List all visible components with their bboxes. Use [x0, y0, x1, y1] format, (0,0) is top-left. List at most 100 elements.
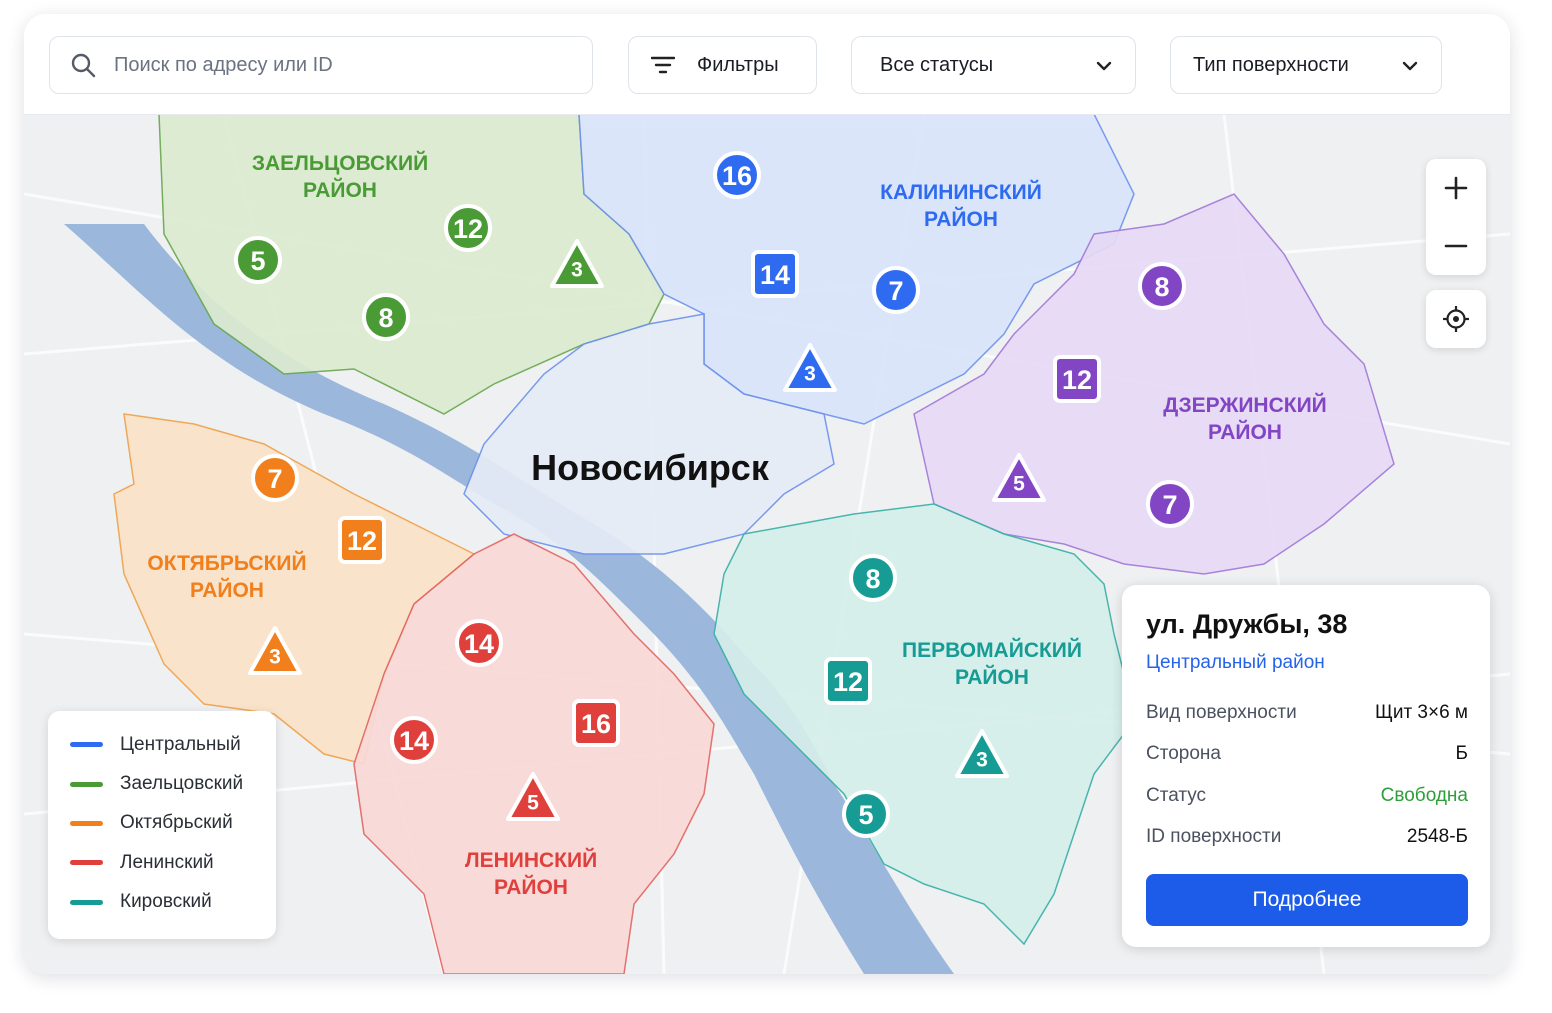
surface-type-dropdown[interactable]: Тип поверхности	[1170, 36, 1442, 94]
svg-text:12: 12	[347, 526, 377, 556]
marker-square[interactable]: 12	[1053, 355, 1101, 403]
svg-text:ЛЕНИНСКИЙ: ЛЕНИНСКИЙ	[465, 848, 597, 872]
zoom-out-button[interactable]	[1426, 217, 1486, 275]
legend-swatch	[70, 899, 103, 905]
status-dropdown[interactable]: Все статусы	[851, 36, 1136, 94]
surface-details: Вид поверхности Щит 3×6 м Сторона Б Статус…	[1146, 692, 1468, 858]
minus-icon	[1444, 244, 1468, 248]
locate-button[interactable]	[1426, 290, 1486, 348]
svg-text:7: 7	[1162, 490, 1177, 520]
svg-text:ОКТЯБРЬСКИЙ: ОКТЯБРЬСКИЙ	[147, 551, 306, 575]
marker-cluster[interactable]: 7	[1146, 480, 1194, 528]
legend-swatch	[70, 820, 103, 826]
marker-square[interactable]: 16	[572, 699, 620, 747]
map-card: Фильтры Все статусы Тип поверхности	[24, 14, 1510, 974]
svg-text:8: 8	[378, 303, 393, 333]
svg-text:12: 12	[1062, 365, 1092, 395]
svg-text:12: 12	[833, 667, 863, 697]
svg-text:14: 14	[760, 260, 790, 290]
detail-key: ID поверхности	[1146, 826, 1282, 848]
svg-text:РАЙОН: РАЙОН	[303, 178, 377, 202]
status-dropdown-value: Все статусы	[880, 53, 994, 76]
surface-type-dropdown-value: Тип поверхности	[1193, 53, 1349, 76]
surface-address: ул. Дружбы, 38	[1146, 609, 1348, 639]
detail-key: Сторона	[1146, 743, 1221, 765]
svg-text:14: 14	[464, 629, 494, 659]
svg-text:7: 7	[888, 276, 903, 306]
marker-square[interactable]: 12	[338, 516, 386, 564]
marker-cluster[interactable]: 16	[713, 151, 761, 199]
svg-text:16: 16	[581, 709, 611, 739]
legend-item: Заельцовский	[48, 764, 276, 803]
svg-text:3: 3	[269, 646, 281, 669]
svg-text:14: 14	[399, 726, 429, 756]
svg-text:5: 5	[1013, 473, 1025, 496]
detail-row: Статус Свободна	[1146, 775, 1468, 817]
marker-cluster[interactable]: 8	[362, 293, 410, 341]
svg-text:16: 16	[722, 161, 752, 191]
filters-label: Фильтры	[697, 53, 779, 76]
svg-text:8: 8	[865, 564, 880, 594]
status-value: Свободна	[1380, 784, 1468, 806]
marker-cluster[interactable]: 14	[390, 716, 438, 764]
marker-cluster[interactable]: 7	[872, 266, 920, 314]
city-label: Новосибирск	[531, 447, 770, 488]
plus-icon	[1444, 176, 1468, 200]
marker-cluster[interactable]: 12	[444, 204, 492, 252]
detail-value: Щит 3×6 м	[1375, 701, 1468, 723]
marker-cluster[interactable]: 5	[842, 790, 890, 838]
filters-button[interactable]: Фильтры	[628, 36, 817, 94]
search-icon	[71, 53, 96, 78]
svg-text:РАЙОН: РАЙОН	[924, 207, 998, 231]
svg-text:РАЙОН: РАЙОН	[955, 665, 1029, 689]
svg-text:8: 8	[1154, 272, 1169, 302]
svg-text:5: 5	[250, 246, 265, 276]
svg-text:ЗАЕЛЬЦОВСКИЙ: ЗАЕЛЬЦОВСКИЙ	[252, 151, 428, 175]
filter-icon	[651, 56, 675, 74]
chevron-down-icon	[1096, 61, 1112, 71]
surface-district-link[interactable]: Центральный район	[1146, 652, 1468, 674]
zoom-in-button[interactable]	[1426, 159, 1486, 217]
marker-square[interactable]: 14	[751, 250, 799, 298]
svg-text:РАЙОН: РАЙОН	[1208, 420, 1282, 444]
detail-row: ID поверхности 2548-Б	[1146, 817, 1468, 859]
detail-value: Б	[1455, 743, 1468, 765]
svg-text:12: 12	[453, 214, 483, 244]
map-legend: Центральный Заельцовский Октябрьский Лен…	[48, 711, 276, 939]
svg-text:КАЛИНИНСКИЙ: КАЛИНИНСКИЙ	[880, 180, 1042, 204]
svg-text:ПЕРВОМАЙСКИЙ: ПЕРВОМАЙСКИЙ	[902, 638, 1082, 662]
marker-cluster[interactable]: 14	[455, 619, 503, 667]
marker-cluster[interactable]: 5	[234, 236, 282, 284]
marker-cluster[interactable]: 7	[251, 454, 299, 502]
search-input[interactable]	[112, 52, 556, 78]
crosshair-icon	[1443, 306, 1469, 332]
legend-swatch	[70, 781, 103, 787]
svg-text:7: 7	[267, 464, 282, 494]
surface-info-card: ул. Дружбы, 38 Центральный район Вид пов…	[1122, 585, 1490, 947]
legend-label: Заельцовский	[120, 773, 244, 795]
legend-swatch	[70, 742, 103, 748]
marker-cluster[interactable]: 8	[1138, 262, 1186, 310]
svg-text:ДЗЕРЖИНСКИЙ: ДЗЕРЖИНСКИЙ	[1163, 393, 1327, 417]
legend-label: Ленинский	[120, 851, 214, 873]
detail-key: Статус	[1146, 784, 1207, 806]
detail-value: 2548-Б	[1406, 826, 1468, 848]
svg-text:РАЙОН: РАЙОН	[494, 875, 568, 899]
svg-text:3: 3	[976, 749, 988, 772]
legend-swatch	[70, 860, 103, 866]
legend-label: Кировский	[120, 891, 212, 913]
zoom-control	[1426, 159, 1486, 275]
search-box[interactable]	[49, 36, 593, 94]
marker-square[interactable]: 12	[824, 657, 872, 705]
marker-cluster[interactable]: 8	[849, 554, 897, 602]
svg-text:3: 3	[571, 259, 583, 282]
details-button[interactable]: Подробнее	[1146, 874, 1468, 926]
legend-label: Центральный	[120, 733, 241, 755]
legend-item: Центральный	[48, 725, 276, 764]
svg-text:РАЙОН: РАЙОН	[190, 578, 264, 602]
detail-key: Вид поверхности	[1146, 701, 1297, 723]
detail-row: Сторона Б	[1146, 734, 1468, 776]
chevron-down-icon	[1402, 61, 1418, 71]
legend-item: Ленинский	[48, 843, 276, 882]
legend-item: Октябрьский	[48, 804, 276, 843]
